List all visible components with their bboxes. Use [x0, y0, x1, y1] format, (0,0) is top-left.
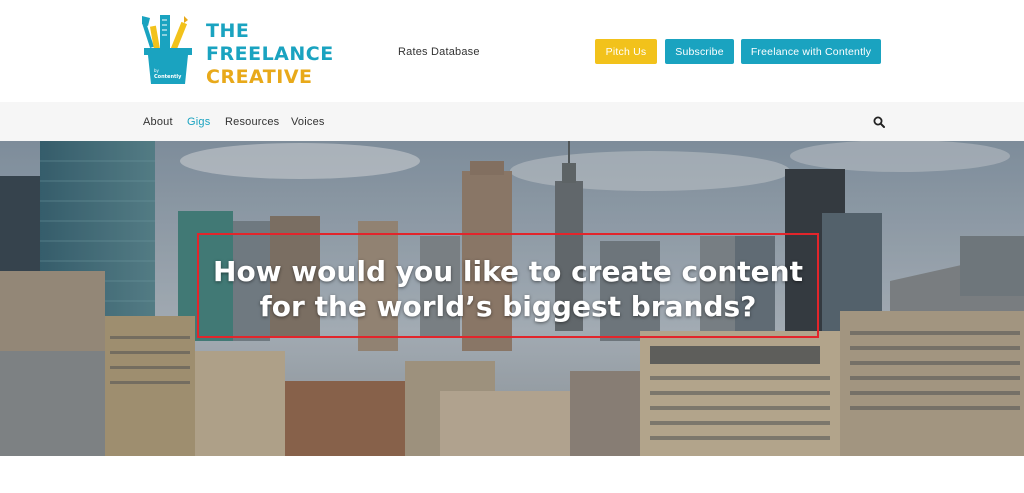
nav-item-about[interactable]: About [143, 116, 173, 128]
below-hero-space [0, 456, 1024, 493]
page: by Contently THE FREELANCE CREATIVE Rate… [0, 0, 1024, 493]
freelance-with-contently-button[interactable]: Freelance with Contently [741, 39, 881, 64]
rates-database-link[interactable]: Rates Database [398, 46, 480, 58]
logo-wordmark: THE FREELANCE CREATIVE [206, 20, 334, 89]
subscribe-button[interactable]: Subscribe [665, 39, 734, 64]
logo-line-the: THE [206, 20, 250, 42]
nav-item-gigs[interactable]: Gigs [187, 116, 210, 128]
svg-text:by: by [154, 68, 160, 73]
logo-line-freelance: FREELANCE [206, 43, 334, 65]
svg-text:Contently: Contently [154, 74, 182, 80]
hero-headline: How would you like to create content for… [197, 254, 819, 324]
main-nav: About Gigs Resources Voices [0, 102, 1024, 141]
hero-banner: How would you like to create content for… [0, 141, 1024, 456]
hero-headline-line-2: for the world’s biggest brands? [259, 290, 757, 323]
hero-headline-line-1: How would you like to create content [213, 255, 803, 288]
nav-item-voices[interactable]: Voices [291, 116, 325, 128]
pitch-us-button[interactable]: Pitch Us [595, 39, 657, 64]
site-logo[interactable]: by Contently THE FREELANCE CREATIVE [140, 14, 340, 88]
logo-line-creative: CREATIVE [206, 66, 313, 88]
pencil-cup-logo-icon: by Contently [142, 15, 192, 84]
site-header: by Contently THE FREELANCE CREATIVE Rate… [0, 0, 1024, 102]
nav-item-resources[interactable]: Resources [225, 116, 279, 128]
search-icon[interactable] [873, 116, 885, 128]
